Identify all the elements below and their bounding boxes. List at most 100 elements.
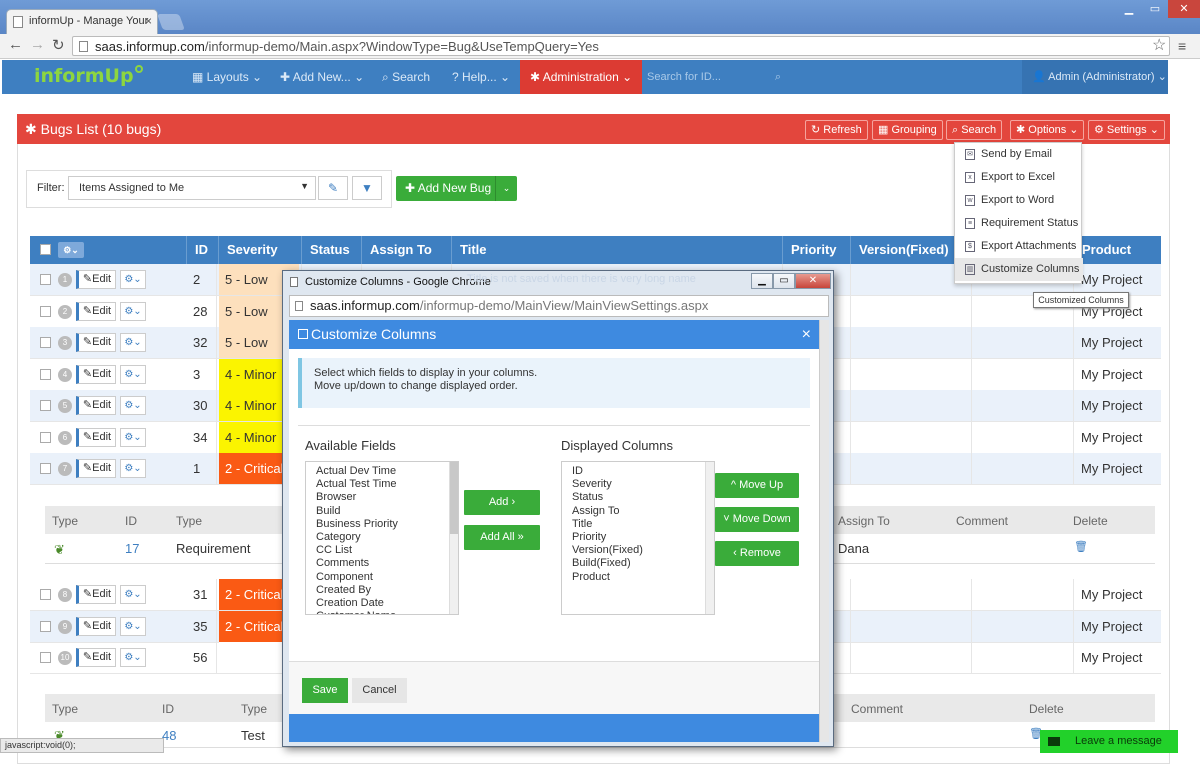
edit-button[interactable]: ✎Edit bbox=[76, 617, 116, 636]
displayed-column-item[interactable]: Assign To bbox=[572, 505, 714, 518]
row-checkbox[interactable] bbox=[40, 337, 51, 348]
row-id[interactable]: 28 bbox=[193, 296, 207, 328]
menu-export-excel[interactable]: x Export to Excel bbox=[955, 166, 1083, 189]
available-field-item[interactable]: Business Priority bbox=[316, 518, 458, 531]
available-field-item[interactable]: Build bbox=[316, 505, 458, 518]
grouping-button[interactable]: ▦ Grouping bbox=[872, 120, 943, 140]
row-gear-button[interactable]: ⚙⌄ bbox=[120, 428, 146, 447]
row-id[interactable]: 56 bbox=[193, 642, 207, 674]
row-id[interactable]: 30 bbox=[193, 390, 207, 422]
linked-id-link[interactable]: 17 bbox=[125, 541, 139, 556]
menu-send-by-email[interactable]: ✉ Send by Email bbox=[955, 143, 1083, 166]
pin-button[interactable]: ✎ bbox=[318, 176, 348, 200]
row-gear-button[interactable]: ⚙⌄ bbox=[120, 585, 146, 604]
row-gear-button[interactable]: ⚙⌄ bbox=[120, 333, 146, 352]
maximize-icon[interactable]: ▭ bbox=[773, 273, 795, 289]
leave-message-button[interactable]: Leave a message bbox=[1040, 730, 1178, 753]
row-gear-button[interactable]: ⚙⌄ bbox=[120, 302, 146, 321]
available-field-item[interactable]: Browser bbox=[316, 491, 458, 504]
browser-tab[interactable]: informUp - Manage Your × bbox=[6, 9, 158, 34]
row-gear-button[interactable]: ⚙⌄ bbox=[120, 648, 146, 667]
row-id[interactable]: 35 bbox=[193, 611, 207, 643]
edit-button[interactable]: ✎Edit bbox=[76, 585, 116, 604]
displayed-column-item[interactable]: Title bbox=[572, 518, 714, 531]
available-field-item[interactable]: Category bbox=[316, 531, 458, 544]
edit-button[interactable]: ✎Edit bbox=[76, 459, 116, 478]
move-up-button[interactable]: ^ Move Up bbox=[715, 473, 799, 498]
row-gear-button[interactable]: ⚙⌄ bbox=[120, 459, 146, 478]
edit-button[interactable]: ✎Edit bbox=[76, 333, 116, 352]
search-icon[interactable]: ⌕ bbox=[775, 66, 781, 88]
nav-add-new[interactable]: ✚ Add New... ⌄ bbox=[280, 60, 364, 94]
back-icon[interactable]: ← bbox=[8, 36, 23, 53]
available-field-item[interactable]: Actual Dev Time bbox=[316, 465, 458, 478]
displayed-column-item[interactable]: ID bbox=[572, 465, 714, 478]
col-id[interactable]: ID bbox=[186, 236, 208, 264]
menu-export-word[interactable]: w Export to Word bbox=[955, 189, 1083, 212]
row-checkbox[interactable] bbox=[40, 589, 51, 600]
maximize-icon[interactable]: ▭ bbox=[1142, 0, 1168, 18]
col-priority[interactable]: Priority bbox=[782, 236, 837, 264]
cancel-button[interactable]: Cancel bbox=[352, 678, 407, 703]
close-window-icon[interactable]: ✕ bbox=[1168, 0, 1200, 18]
popup-scrollbar[interactable] bbox=[819, 320, 829, 742]
remove-button[interactable]: ‹ Remove bbox=[715, 541, 799, 566]
close-window-icon[interactable]: ✕ bbox=[795, 273, 831, 289]
displayed-column-item[interactable]: Status bbox=[572, 491, 714, 504]
edit-button[interactable]: ✎Edit bbox=[76, 396, 116, 415]
minimize-icon[interactable]: ▁ bbox=[1116, 0, 1142, 18]
available-field-item[interactable]: Comments bbox=[316, 557, 458, 570]
displayed-column-item[interactable]: Priority bbox=[572, 531, 714, 544]
displayed-column-item[interactable]: Version(Fixed) bbox=[572, 544, 714, 557]
row-id[interactable]: 1 bbox=[193, 453, 200, 485]
new-tab-button[interactable] bbox=[157, 14, 185, 30]
settings-button[interactable]: ⚙ Settings ⌄ bbox=[1088, 120, 1165, 140]
add-button[interactable]: Add › bbox=[464, 490, 540, 515]
row-checkbox[interactable] bbox=[40, 369, 51, 380]
add-new-bug-button[interactable]: ✚ Add New Bug ⌄ bbox=[396, 176, 517, 201]
scroll-thumb[interactable] bbox=[450, 462, 458, 534]
row-id[interactable]: 31 bbox=[193, 579, 207, 611]
nav-search-input[interactable]: Search for ID... ⌕ bbox=[642, 66, 787, 88]
available-field-item[interactable]: Component bbox=[316, 571, 458, 584]
row-id[interactable]: 32 bbox=[193, 327, 207, 359]
trash-icon[interactable]: 🗑 bbox=[1074, 540, 1088, 553]
row-gear-button[interactable]: ⚙⌄ bbox=[120, 270, 146, 289]
nav-search[interactable]: ⌕ Search bbox=[382, 60, 430, 94]
linked-id-link[interactable]: 48 bbox=[162, 728, 176, 743]
displayed-column-item[interactable]: Build(Fixed) bbox=[572, 557, 714, 570]
row-checkbox[interactable] bbox=[40, 621, 51, 632]
displayed-columns-list[interactable]: ID Severity Status Assign To Title Priority Ve… bbox=[561, 461, 715, 615]
row-gear-button[interactable]: ⚙⌄ bbox=[120, 396, 146, 415]
row-gear-button[interactable]: ⚙⌄ bbox=[120, 365, 146, 384]
close-icon[interactable]: × bbox=[802, 320, 811, 349]
row-checkbox[interactable] bbox=[40, 463, 51, 474]
row-checkbox[interactable] bbox=[40, 274, 51, 285]
filter-button[interactable]: ▼ bbox=[352, 176, 382, 200]
col-status[interactable]: Status bbox=[301, 236, 350, 264]
bookmark-star-icon[interactable]: ☆ bbox=[1152, 35, 1166, 55]
save-button[interactable]: Save bbox=[302, 678, 348, 703]
col-title[interactable]: Title bbox=[451, 236, 487, 264]
scrollbar[interactable] bbox=[449, 462, 458, 614]
address-bar[interactable]: saas.informup.com/informup-demo/Main.asp… bbox=[72, 36, 1170, 56]
minimize-icon[interactable]: ▁ bbox=[751, 273, 773, 289]
col-assign-to[interactable]: Assign To bbox=[361, 236, 432, 264]
edit-button[interactable]: ✎Edit bbox=[76, 648, 116, 667]
nav-layouts[interactable]: ▦ Layouts ⌄ bbox=[192, 60, 262, 94]
reload-icon[interactable]: ↻ bbox=[52, 36, 65, 54]
available-fields-list[interactable]: Actual Dev Time Actual Test Time Browser Bu… bbox=[305, 461, 459, 615]
nav-help[interactable]: ? Help... ⌄ bbox=[452, 60, 510, 94]
add-all-button[interactable]: Add All » bbox=[464, 525, 540, 550]
close-tab-icon[interactable]: × bbox=[145, 14, 152, 28]
menu-customize-columns[interactable]: ▥ Customize Columns bbox=[955, 258, 1083, 281]
row-id[interactable]: 2 bbox=[193, 264, 200, 296]
menu-export-attachments[interactable]: $ Export Attachments bbox=[955, 235, 1083, 258]
edit-button[interactable]: ✎Edit bbox=[76, 365, 116, 384]
row-checkbox[interactable] bbox=[40, 306, 51, 317]
menu-requirement-status[interactable]: ≡ Requirement Status bbox=[955, 212, 1083, 235]
displayed-column-item[interactable]: Product bbox=[572, 571, 714, 584]
edit-button[interactable]: ✎Edit bbox=[76, 428, 116, 447]
popup-address-bar[interactable]: saas.informup.com/informup-demo/MainView… bbox=[289, 295, 829, 317]
available-field-item[interactable]: CC List bbox=[316, 544, 458, 557]
